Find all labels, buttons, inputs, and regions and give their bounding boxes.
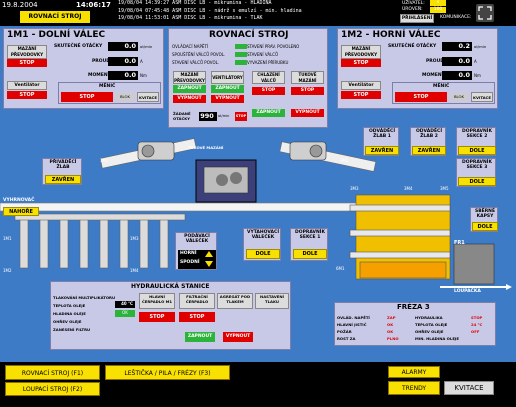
straightener-nav-button[interactable]: ROVNACÍ STROJ (F1) (5, 365, 100, 380)
mill-status-value: ZAP (387, 315, 396, 320)
filter-pump-label: FILTRAČNÍ ČERPADLO (179, 293, 215, 309)
exit-chute1-state: ZAVŘEN (365, 146, 399, 155)
motor-tag: 3M4 (404, 186, 413, 191)
motor-tag: 1M4 (130, 268, 139, 273)
conveyor3-state: DOLE (458, 177, 496, 186)
mill-status-value: OFF (471, 329, 480, 334)
motor-tag: 3M3 (350, 186, 359, 191)
pull-roller-label: VYTAHOVACÍ VÁLEČEK (246, 230, 280, 240)
feed-chute-state: ZAVŘEN (45, 175, 81, 184)
exit-chute2-state: ZAVŘEN (412, 146, 446, 155)
collecting-pockets-label: SBĚRNÉ KAPSY (474, 209, 496, 219)
arrow-up-icon (205, 251, 213, 257)
filter-pump-stop-indicator: STOP (179, 312, 215, 322)
feed-roller-switch[interactable]: HORNÍ SPODNÍ (178, 250, 216, 269)
oil-temp-value: 40 °C (115, 301, 135, 308)
mill-status-value: PLNO (387, 336, 399, 341)
mill-status-value: STOP (471, 315, 483, 320)
roller-rack (14, 213, 186, 269)
conveyor3-label: DOPRAVNÍK SEKCE 3 (462, 160, 492, 170)
pull-roller-box: VYTAHOVACÍ VÁLEČEK DOLE (243, 228, 281, 261)
exit-chute2-box: ODVÁDĚCÍ ŽLAB 2 ZAVŘEN (410, 127, 446, 156)
mill-tag: FR1 (454, 240, 465, 246)
conveyor1-label: DOPRAVNÍK SEKCE 1 (295, 230, 325, 240)
peeler-nav-button[interactable]: LOUPACÍ STROJ (F2) (5, 382, 100, 396)
polisher-saw-mills-nav-button[interactable]: LEŠTIČKA / PILA / FRÉZY (F3) (105, 365, 230, 380)
pull-roller-state: DOLE (246, 249, 280, 259)
mill3-title: FRÉZA 3 (397, 303, 430, 311)
collecting-pockets-state: DOLE (472, 222, 498, 231)
mill-status-value: OK (387, 329, 394, 334)
conveyor3-box: DOPRAVNÍK SEKCE 3 DOLE (456, 158, 496, 187)
motor-tag: 3M1 (100, 158, 109, 163)
feed-roller-label: PODÁVACÍ VÁLEČEK (184, 234, 210, 244)
hydraulic-station-panel: HYDRAULICKÁ STANICE TLAKOVÁNÍ MULTIPLIKÁ… (50, 281, 291, 350)
grease-lube-tag: TUKOVÉ MAZÁNÍ (188, 145, 224, 150)
exit-chute1-label: ODVÁDĚCÍ ŽLAB 1 (368, 129, 395, 139)
conveyor1-box: DOPRAVNÍK SEKCE 1 DOLE (290, 228, 328, 261)
exit-chute1-box: ODVÁDĚCÍ ŽLAB 1 ZAVŘEN (363, 127, 399, 156)
exit-chute2-label: ODVÁDĚCÍ ŽLAB 2 (415, 129, 442, 139)
hydraulic-title: HYDRAULICKÁ STANICE (131, 283, 210, 290)
main-pump-label: HLAVNÍ ČERPADLO M1 (139, 293, 175, 309)
conveyor2-label: DOPRAVNÍK SEKCE 2 (462, 129, 492, 139)
feed-chute-box: PŘIVÁDĚCÍ ŽLAB ZAVŘEN (42, 158, 82, 185)
feed-roller-lower: SPODNÍ (180, 260, 200, 265)
hydraulics-off-button[interactable]: VYPNOUT (223, 332, 253, 342)
mill-status-label: MIN. HLADINA OLEJE (415, 336, 459, 341)
hydraulic-line-label: OHŘEV OLEJE (53, 319, 82, 324)
collecting-pockets-box: SBĚRNÉ KAPSY DOLE (470, 207, 498, 232)
mill-status-label: HYDRAULIKA (415, 315, 443, 320)
hydraulics-on-button[interactable]: ZAPNOUT (185, 332, 215, 342)
motor-left (137, 141, 175, 161)
unit-pressure-label: AGREGÁT POD TLAKEM (217, 293, 253, 309)
conveyor2-state: DOLE (458, 146, 496, 155)
mill-status-value: 24 °C (471, 322, 483, 327)
motor-tag: 1M3 (130, 236, 139, 241)
output-machine (349, 194, 451, 280)
conveyor2-box: DOPRAVNÍK SEKCE 2 DOLE (456, 127, 496, 156)
mill-status-label: TEPLOTA OLEJE (415, 322, 448, 327)
milling-unit (453, 243, 495, 285)
hydraulic-line-label: ZANESENÍ FILTRU (53, 327, 91, 332)
mill-status-value: OK (387, 322, 394, 327)
pusher-label: VYHRNOVAČ (3, 198, 35, 203)
acknowledge-button[interactable]: KVITACE (444, 381, 494, 395)
pressure-setting-label: NASTAVENÍ TLAKU (255, 293, 289, 309)
conveyor1-state: DOLE (293, 249, 327, 259)
motor-tag: 1M2 (3, 268, 12, 273)
alarms-button[interactable]: ALARMY (388, 366, 440, 378)
feed-roller-box: PODÁVACÍ VÁLEČEK HORNÍ SPODNÍ (175, 232, 217, 270)
motor-tag: 3M2 (340, 158, 349, 163)
motor-tag: 6M1 (336, 266, 345, 271)
arrow-down-icon (205, 261, 213, 267)
mill3-panel: FRÉZA 3 OVLÁD. NAPĚTÍ HLAVNÍ JISTIČ POŽÁ… (334, 302, 496, 346)
pusher-state: NAHOŘE (3, 207, 39, 216)
main-pump-stop-indicator: STOP (139, 312, 175, 322)
oil-level-value: OK (115, 310, 135, 317)
motor-tag: 1M1 (3, 236, 12, 241)
trends-button[interactable]: TRENDY (388, 381, 440, 395)
feed-chute-label: PŘIVÁDĚCÍ ŽLAB (49, 160, 77, 170)
mill-status-label: OHŘEV OLEJE (415, 329, 444, 334)
peeler-label: LOUPAČKA (454, 289, 481, 294)
feed-roller-upper: HORNÍ (180, 251, 197, 256)
motor-tag: 3M5 (440, 186, 449, 191)
motor-right (289, 141, 327, 161)
